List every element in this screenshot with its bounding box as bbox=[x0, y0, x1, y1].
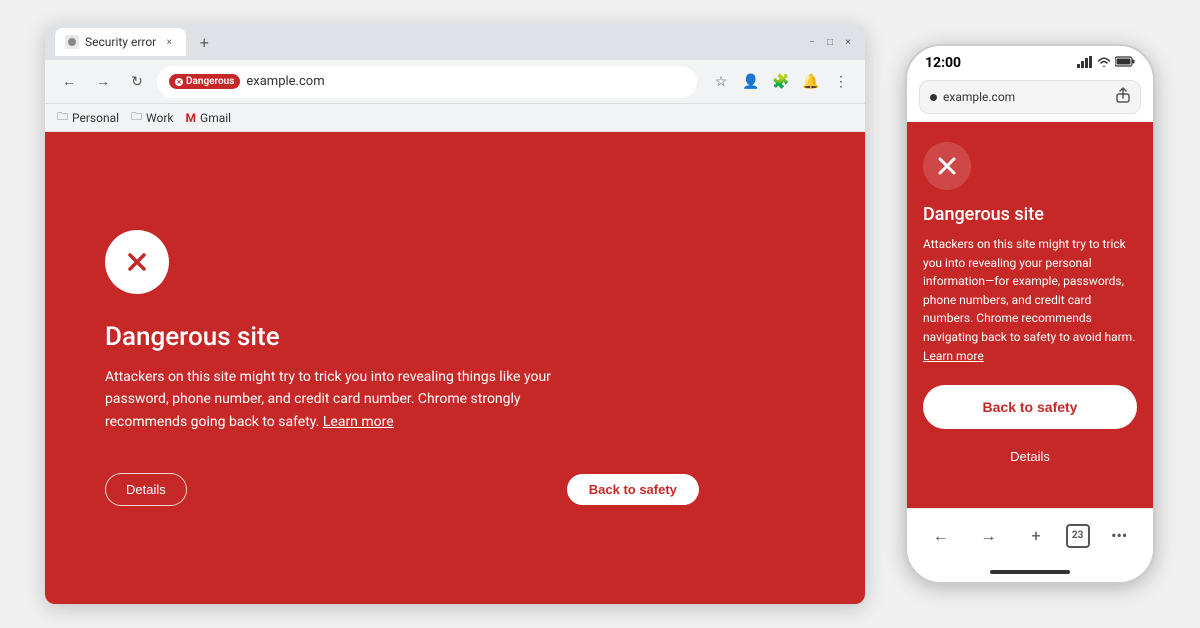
browser-titlebar: Security error × + − □ × bbox=[45, 24, 865, 60]
toolbar-actions: ☆ 👤 🧩 🔔 ⋮ bbox=[707, 68, 855, 96]
bookmark-folder-icon: 🗀 bbox=[131, 108, 142, 127]
svg-text:✕: ✕ bbox=[176, 79, 181, 86]
menu-icon[interactable]: ⋮ bbox=[827, 68, 855, 96]
bookmark-gmail-label: Gmail bbox=[200, 111, 231, 125]
mobile-phone-mockup: 12:00 bbox=[905, 44, 1155, 584]
mobile-back-to-safety-button[interactable]: Back to safety bbox=[923, 385, 1137, 429]
desktop-warning-description: Attackers on this site might try to tric… bbox=[105, 366, 585, 433]
back-to-safety-button[interactable]: Back to safety bbox=[567, 474, 699, 505]
profile-icon[interactable]: 👤 bbox=[737, 68, 765, 96]
window-controls: − □ × bbox=[805, 35, 855, 49]
extensions-icon[interactable]: 🧩 bbox=[767, 68, 795, 96]
learn-more-link[interactable]: Learn more bbox=[323, 414, 394, 430]
mobile-warning-title: Dangerous site bbox=[923, 204, 1137, 225]
notifications-icon[interactable]: 🔔 bbox=[797, 68, 825, 96]
home-bar bbox=[990, 570, 1070, 574]
mobile-tab-count[interactable]: 23 bbox=[1066, 524, 1090, 548]
bookmark-icon[interactable]: ☆ bbox=[707, 68, 735, 96]
bookmark-personal-label: Personal bbox=[72, 111, 119, 125]
danger-icon-desktop bbox=[105, 230, 169, 294]
bookmark-personal[interactable]: 🗀 Personal bbox=[57, 108, 119, 127]
bookmark-gmail[interactable]: M Gmail bbox=[186, 111, 232, 125]
mobile-menu-button[interactable]: ••• bbox=[1101, 518, 1137, 554]
phone-status-bar: 12:00 bbox=[907, 46, 1153, 80]
mobile-forward-button[interactable]: → bbox=[970, 518, 1006, 554]
mobile-learn-more-link[interactable]: Learn more bbox=[923, 349, 984, 363]
gmail-icon: M bbox=[186, 111, 197, 125]
signal-icon bbox=[1077, 56, 1093, 71]
url-dot-icon bbox=[930, 94, 937, 101]
details-button[interactable]: Details bbox=[105, 473, 187, 506]
forward-button[interactable]: → bbox=[89, 68, 117, 96]
browser-tab[interactable]: Security error × bbox=[55, 28, 186, 56]
address-text: example.com bbox=[246, 74, 324, 89]
wifi-icon bbox=[1097, 56, 1111, 70]
phone-home-indicator bbox=[907, 562, 1153, 582]
address-bar[interactable]: ✕ Dangerous example.com bbox=[157, 66, 697, 98]
maximize-button[interactable]: □ bbox=[823, 35, 837, 49]
phone-content-area: Dangerous site Attackers on this site mi… bbox=[907, 122, 1153, 508]
desktop-browser-mockup: Security error × + − □ × ← → ↻ ✕ Dangero… bbox=[45, 24, 865, 604]
bookmark-work[interactable]: 🗀 Work bbox=[131, 108, 173, 127]
mobile-details-button[interactable]: Details bbox=[923, 443, 1137, 470]
tab-title: Security error bbox=[85, 35, 156, 49]
new-tab-button[interactable]: + bbox=[192, 30, 216, 54]
mobile-back-button[interactable]: ← bbox=[923, 518, 959, 554]
minimize-button[interactable]: − bbox=[805, 35, 819, 49]
battery-icon bbox=[1115, 56, 1135, 70]
dangerous-badge: ✕ Dangerous bbox=[169, 74, 240, 89]
back-button[interactable]: ← bbox=[55, 68, 83, 96]
share-button[interactable] bbox=[1116, 87, 1130, 107]
bookmarks-bar: 🗀 Personal 🗀 Work M Gmail bbox=[45, 104, 865, 132]
phone-nav-bar: ← → + 23 ••• bbox=[907, 508, 1153, 562]
phone-time: 12:00 bbox=[925, 55, 961, 71]
desktop-action-buttons: Details Back to safety bbox=[105, 473, 699, 506]
bookmark-folder-icon: 🗀 bbox=[57, 108, 68, 127]
mobile-warning-description: Attackers on this site might try to tric… bbox=[923, 235, 1137, 365]
browser-toolbar: ← → ↻ ✕ Dangerous example.com ☆ 👤 🧩 🔔 ⋮ bbox=[45, 60, 865, 104]
desktop-warning-title: Dangerous site bbox=[105, 322, 280, 352]
phone-address-bar[interactable]: example.com bbox=[919, 80, 1141, 114]
close-button[interactable]: × bbox=[841, 35, 855, 49]
mobile-new-tab-button[interactable]: + bbox=[1018, 518, 1054, 554]
phone-url-text: example.com bbox=[943, 90, 1015, 104]
tab-favicon bbox=[65, 35, 79, 49]
phone-status-icons bbox=[1077, 56, 1135, 71]
reload-button[interactable]: ↻ bbox=[123, 68, 151, 96]
danger-icon-mobile bbox=[923, 142, 971, 190]
bookmark-work-label: Work bbox=[146, 111, 173, 125]
tab-close-icon[interactable]: × bbox=[162, 35, 176, 49]
browser-content-area: Dangerous site Attackers on this site mi… bbox=[45, 132, 865, 604]
